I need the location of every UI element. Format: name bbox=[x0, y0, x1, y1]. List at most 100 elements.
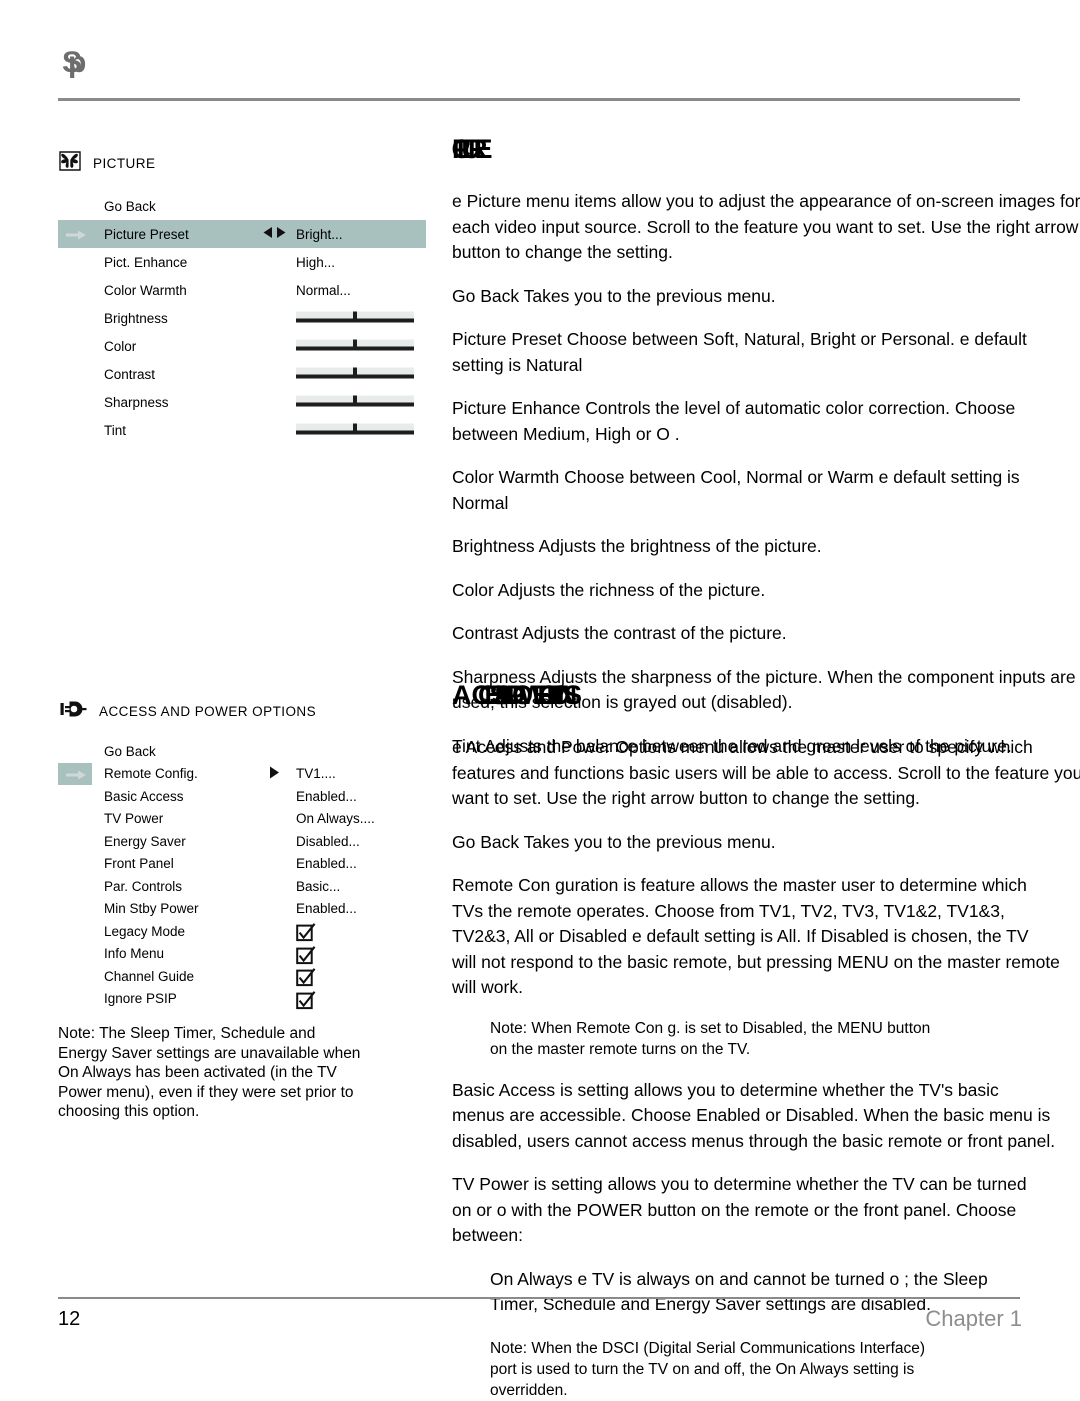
text-line: will work. bbox=[452, 977, 523, 997]
osd-checkbox[interactable] bbox=[296, 968, 316, 987]
osd-row-label: Sharpness bbox=[104, 394, 169, 410]
text-line: on the master remote turns on the TV. bbox=[490, 1040, 751, 1058]
text-line: between Medium, High or O . bbox=[452, 423, 680, 444]
access-section-body: e Access and Power Options menu allows t… bbox=[452, 735, 1080, 1401]
right-adjust-arrow-icon[interactable] bbox=[268, 765, 281, 782]
feature-description-paragraph: Picture Preset Choose between Soft, Natu… bbox=[452, 327, 1080, 378]
text-line: each video input source. Scroll to the f… bbox=[452, 216, 1079, 237]
text-line: Normal bbox=[452, 492, 509, 513]
osd-row[interactable]: Brightness bbox=[58, 304, 426, 332]
osd-checkbox[interactable] bbox=[296, 923, 316, 942]
feature-description-paragraph: Contrast Adjusts the contrast of the pic… bbox=[452, 621, 1080, 647]
osd-row[interactable]: Min Stby Power Enabled... bbox=[58, 898, 426, 921]
osd-checkbox[interactable] bbox=[296, 990, 316, 1009]
osd-row[interactable]: TV Power On Always.... bbox=[58, 808, 426, 831]
note-line: Power menu), even if they were set prior… bbox=[58, 1083, 354, 1101]
text-line: e Access and Power Options menu allows t… bbox=[452, 737, 1033, 757]
right-arrow-cursor-icon bbox=[66, 768, 86, 780]
text-line: want to set. Use the right arrow button … bbox=[452, 788, 920, 808]
osd-row-label: Legacy Mode bbox=[104, 923, 186, 939]
osd-row-value: On Always.... bbox=[296, 811, 375, 827]
access-section: ACCESS AND POWER OPTIONS e Access and Po… bbox=[452, 682, 1080, 1401]
osd-row[interactable]: Tint bbox=[58, 416, 426, 444]
osd-row[interactable]: Sharpness bbox=[58, 388, 426, 416]
osd-row-label: Go Back bbox=[104, 198, 156, 214]
osd-row[interactable]: Go Back bbox=[58, 740, 426, 763]
access-heading-squeezed: CCESS AND POWER OPTIONS bbox=[471, 680, 582, 710]
text-line: Go Back Takes you to the previous menu. bbox=[452, 831, 776, 852]
osd-row[interactable]: Picture Preset Bright... bbox=[58, 220, 426, 248]
osd-row-value: Bright... bbox=[296, 226, 343, 242]
osd-row[interactable]: Legacy Mode bbox=[58, 920, 426, 943]
text-line: port is used to turn the TV on and off, … bbox=[490, 1360, 915, 1378]
picture-heading-squeezed: PICTURE bbox=[452, 134, 492, 164]
text-line: On Always e TV is always on and cannot b… bbox=[490, 1268, 988, 1289]
text-line: Picture Enhance Controls the level of au… bbox=[452, 398, 1016, 418]
text-line: TVs the remote operates. Choose from TV1… bbox=[452, 900, 1005, 921]
note-line: choosing this option. bbox=[58, 1103, 200, 1121]
feature-description-paragraph: Go Back Takes you to the previous menu. bbox=[452, 284, 1080, 310]
osd-row-label: Brightness bbox=[104, 310, 168, 326]
osd-row-label: Channel Guide bbox=[104, 968, 195, 984]
osd-row[interactable]: Front Panel Enabled... bbox=[58, 853, 426, 876]
osd-slider[interactable] bbox=[296, 311, 414, 325]
picture-osd-title: PICTURE bbox=[93, 155, 156, 171]
osd-row[interactable]: Color Warmth Normal... bbox=[58, 276, 426, 304]
section-intro-paragraph: e Access and Power Options menu allows t… bbox=[452, 735, 1080, 812]
osd-slider[interactable] bbox=[296, 395, 414, 409]
access-osd-rows: Go Back Remote Config. TV1.... Basic Access… bbox=[58, 740, 426, 1010]
left-right-adjust-arrows-icon[interactable] bbox=[262, 226, 288, 242]
osd-row-value: Basic... bbox=[296, 878, 341, 894]
osd-row-label: Info Menu bbox=[104, 946, 165, 962]
osd-row[interactable]: Energy Saver Disabled... bbox=[58, 830, 426, 853]
osd-row[interactable]: Pict. Enhance High... bbox=[58, 248, 426, 276]
feature-description-paragraph: Basic Access is setting allows you to de… bbox=[452, 1078, 1080, 1155]
osd-row-value: Enabled... bbox=[296, 901, 357, 917]
access-osd-title: ACCESS AND POWER OPTIONS bbox=[99, 703, 317, 719]
note-line: Note: The Sleep Timer, Schedule and bbox=[58, 1025, 316, 1042]
osd-row-label: Min Stby Power bbox=[104, 901, 199, 917]
text-line: e Picture menu items allow you to adjust… bbox=[452, 191, 1080, 211]
osd-row[interactable]: Par. Controls Basic... bbox=[58, 875, 426, 898]
osd-row[interactable]: Go Back bbox=[58, 192, 426, 220]
osd-row[interactable]: Color bbox=[58, 332, 426, 360]
osd-row-value: Disabled... bbox=[296, 833, 360, 849]
osd-row-label: Remote Config. bbox=[104, 766, 198, 782]
sleep-timer-note: Note: The Sleep Timer, Schedule and Energ… bbox=[58, 1024, 400, 1122]
osd-row[interactable]: Remote Config. TV1.... bbox=[58, 762, 426, 786]
osd-row[interactable]: Channel Guide bbox=[58, 965, 426, 988]
text-line: disabled, users cannot access menus thro… bbox=[452, 1130, 1056, 1151]
osd-row-label: Energy Saver bbox=[104, 833, 186, 849]
osd-row[interactable]: Contrast bbox=[58, 360, 426, 388]
osd-row[interactable]: Info Menu bbox=[58, 943, 426, 966]
butterfly-picture-icon bbox=[58, 150, 82, 177]
text-line: Color Warmth Choose between Cool, Normal… bbox=[452, 467, 1020, 487]
osd-row-label: Contrast bbox=[104, 366, 156, 382]
text-line: Picture Preset Choose between Soft, Natu… bbox=[452, 329, 1027, 349]
osd-slider[interactable] bbox=[296, 367, 414, 381]
section-intro-paragraph: e Picture menu items allow you to adjust… bbox=[452, 189, 1080, 266]
text-line: will not respond to the basic remote, bu… bbox=[452, 951, 1060, 972]
text-line: Contrast Adjusts the contrast of the pic… bbox=[452, 623, 787, 643]
picture-osd-rows: Go Back Picture Preset Bright... Pict. Enha… bbox=[58, 192, 426, 444]
text-line: Brightness Adjusts the brightness of the… bbox=[452, 536, 822, 556]
osd-slider[interactable] bbox=[296, 339, 414, 353]
osd-row-label: Color Warmth bbox=[104, 282, 187, 298]
feature-description-paragraph: Remote Con guration is feature allows th… bbox=[452, 873, 1080, 1001]
osd-row[interactable]: Ignore PSIP bbox=[58, 988, 426, 1011]
text-line: menus are accessible. Choose Enabled or … bbox=[452, 1105, 1051, 1125]
osd-row[interactable]: Basic Access Enabled... bbox=[58, 785, 426, 808]
picture-osd-title-row: PICTURE bbox=[58, 150, 426, 176]
text-line: features and functions basic users will … bbox=[452, 762, 1080, 783]
picture-section-heading: PICTURE bbox=[452, 136, 1080, 163]
osd-checkbox[interactable] bbox=[296, 945, 316, 964]
text-line: Note: When Remote Con g. is set to Disab… bbox=[490, 1019, 931, 1037]
osd-row-label: Tint bbox=[104, 422, 127, 438]
header-rule bbox=[58, 98, 1020, 101]
chapter-label: Chapter 1 bbox=[925, 1306, 1022, 1331]
text-line: setting is Natural bbox=[452, 354, 583, 375]
text-line: on or o with the POWER button on the rem… bbox=[452, 1199, 1017, 1220]
access-heading-first: A bbox=[452, 680, 472, 710]
osd-slider[interactable] bbox=[296, 423, 414, 437]
text-line: between: bbox=[452, 1225, 524, 1245]
